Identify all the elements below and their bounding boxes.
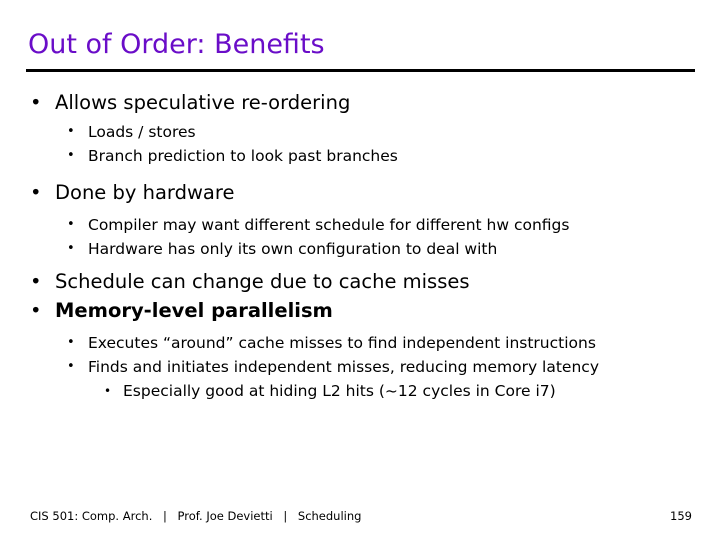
bullet-level2: • Hardware has only its own configuratio… bbox=[0, 237, 720, 261]
bullet-level1: • Done by hardware bbox=[0, 178, 720, 207]
title-divider bbox=[26, 69, 695, 72]
bullet-text: Finds and initiates independent misses, … bbox=[88, 358, 599, 376]
bullet-dot-icon: • bbox=[30, 299, 42, 322]
footer-separator: | bbox=[163, 509, 167, 523]
bullet-text: Loads / stores bbox=[88, 123, 196, 141]
bullet-text: Done by hardware bbox=[55, 181, 235, 204]
slide: Out of Order: Benefits • Allows speculat… bbox=[0, 0, 720, 540]
slide-footer: CIS 501: Comp. Arch. | Prof. Joe Deviett… bbox=[30, 508, 361, 524]
footer-separator: | bbox=[283, 509, 288, 523]
bullet-level2: • Branch prediction to look past branche… bbox=[0, 144, 720, 168]
bullet-text: Memory-level parallelism bbox=[55, 299, 333, 322]
bullet-level1: • Memory-level parallelism bbox=[0, 296, 720, 325]
bullet-level2: • Finds and initiates independent misses… bbox=[0, 355, 720, 379]
bullet-dot-icon: • bbox=[30, 181, 42, 204]
bullet-level1: • Allows speculative re-ordering bbox=[0, 88, 720, 117]
bullet-dot-icon: • bbox=[104, 384, 112, 398]
bullet-dot-icon: • bbox=[67, 359, 75, 374]
bullet-level2: • Loads / stores bbox=[0, 120, 720, 144]
footer-topic: Scheduling bbox=[297, 509, 362, 523]
bullet-dot-icon: • bbox=[67, 335, 75, 350]
bullet-text: Especially good at hiding L2 hits (~12 c… bbox=[123, 382, 556, 400]
bullet-level3: • Especially good at hiding L2 hits (~12… bbox=[0, 379, 720, 403]
bullet-level2: • Compiler may want different schedule f… bbox=[0, 213, 720, 237]
bullet-level2: • Executes “around” cache misses to find… bbox=[0, 331, 720, 355]
bullet-text: Schedule can change due to cache misses bbox=[55, 270, 470, 293]
bullet-text: Compiler may want different schedule for… bbox=[88, 216, 570, 234]
bullet-dot-icon: • bbox=[30, 91, 42, 114]
bullet-text: Hardware has only its own configuration … bbox=[88, 240, 498, 258]
bullet-dot-icon: • bbox=[67, 217, 75, 232]
bullet-text: Executes “around” cache misses to find i… bbox=[88, 334, 596, 352]
page-title: Out of Order: Benefits bbox=[28, 29, 325, 60]
bullet-dot-icon: • bbox=[30, 270, 42, 293]
page-number: 159 bbox=[670, 509, 692, 523]
bullet-level1: • Schedule can change due to cache misse… bbox=[0, 267, 720, 296]
bullet-text: Branch prediction to look past branches bbox=[88, 147, 398, 165]
slide-body: • Allows speculative re-ordering • Loads… bbox=[0, 88, 720, 403]
bullet-dot-icon: • bbox=[67, 241, 75, 256]
footer-course: CIS 501: Comp. Arch. bbox=[30, 509, 153, 523]
bullet-dot-icon: • bbox=[67, 124, 75, 139]
footer-instructor: Prof. Joe Devietti bbox=[177, 509, 273, 523]
bullet-dot-icon: • bbox=[67, 148, 75, 163]
bullet-text: Allows speculative re-ordering bbox=[55, 91, 351, 114]
